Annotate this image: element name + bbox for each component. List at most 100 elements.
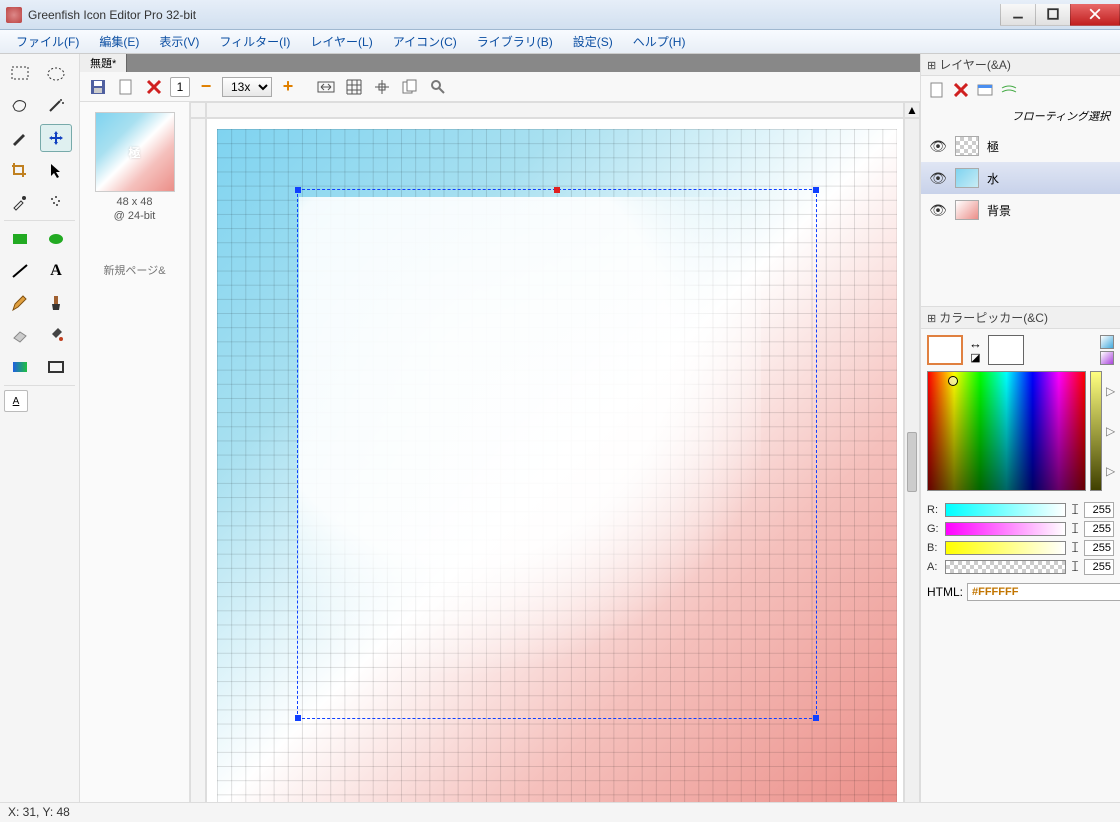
layer-row[interactable]: 👁 背景: [921, 194, 1120, 226]
tool-shape[interactable]: [40, 353, 72, 381]
tool-ellipse-select[interactable]: [40, 60, 72, 88]
close-button[interactable]: [1070, 4, 1120, 26]
selection-marquee[interactable]: [297, 189, 817, 719]
menu-file[interactable]: ファイル(F): [6, 31, 89, 52]
tool-text-options[interactable]: A: [4, 390, 28, 412]
handle-tc[interactable]: [554, 187, 560, 193]
menu-edit[interactable]: 編集(E): [89, 31, 149, 52]
document-tab[interactable]: 無題*: [80, 54, 127, 72]
tool-eyedropper[interactable]: [4, 188, 36, 216]
layer-name: 背景: [987, 202, 1011, 219]
layer-new-icon[interactable]: [927, 80, 947, 100]
visibility-icon[interactable]: 👁: [929, 202, 947, 219]
layer-row[interactable]: 👁 極: [921, 130, 1120, 162]
visibility-icon[interactable]: 👁: [929, 138, 947, 155]
zoom-in-icon[interactable]: +: [276, 75, 300, 99]
fit-icon[interactable]: [314, 75, 338, 99]
brightness-bar[interactable]: [1090, 371, 1102, 491]
menu-icon[interactable]: アイコン(C): [383, 31, 467, 52]
tool-rectangle[interactable]: [4, 225, 36, 253]
handle-bl[interactable]: [295, 715, 301, 721]
layer-name: 水: [987, 170, 999, 187]
color-field[interactable]: [927, 371, 1086, 491]
menu-view[interactable]: 表示(V): [149, 31, 209, 52]
vscroll-up[interactable]: ▲: [904, 102, 920, 118]
minimize-button[interactable]: [1000, 4, 1036, 26]
handle-tl[interactable]: [295, 187, 301, 193]
frame-number[interactable]: 1: [170, 77, 190, 97]
tool-text[interactable]: A: [40, 257, 72, 285]
new-page-icon[interactable]: [114, 75, 138, 99]
menu-settings[interactable]: 設定(S): [563, 31, 623, 52]
r-slider[interactable]: [945, 503, 1066, 517]
tool-eraser[interactable]: [4, 321, 36, 349]
picker-arrow-icon[interactable]: ▷: [1106, 464, 1114, 478]
layer-list: 👁 極 👁 水 👁 背景: [921, 130, 1120, 226]
frame-thumbnail[interactable]: 極: [95, 112, 175, 192]
vscrollbar[interactable]: [904, 118, 920, 806]
layer-merge-icon[interactable]: [999, 80, 1019, 100]
handle-br[interactable]: [813, 715, 819, 721]
swap-colors-icon[interactable]: ↔: [969, 336, 982, 351]
new-page-hint[interactable]: 新規ページ&: [86, 262, 183, 278]
g-slider[interactable]: [945, 522, 1066, 536]
layer-thumb: [955, 200, 979, 220]
a-slider[interactable]: [945, 560, 1066, 574]
tool-rect-select[interactable]: [4, 60, 36, 88]
menu-library[interactable]: ライブラリ(B): [467, 31, 563, 52]
b-value[interactable]: [1084, 540, 1114, 556]
zoom-out-icon[interactable]: −: [194, 75, 218, 99]
zoom-select[interactable]: 13x: [222, 77, 272, 97]
tool-lasso[interactable]: [4, 92, 36, 120]
mini-swatch-1[interactable]: [1100, 335, 1114, 349]
color-field-cursor[interactable]: [948, 376, 958, 386]
ruler-left[interactable]: [190, 118, 206, 806]
picker-panel-title[interactable]: ⊞ カラーピッカー(&C): [921, 307, 1120, 329]
search-icon[interactable]: [426, 75, 450, 99]
background-swatch[interactable]: [988, 335, 1024, 365]
maximize-button[interactable]: [1035, 4, 1071, 26]
mini-swatch-2[interactable]: [1100, 351, 1114, 365]
grid-icon[interactable]: [342, 75, 366, 99]
tool-move[interactable]: [40, 124, 72, 152]
default-colors-icon[interactable]: ◪: [970, 351, 980, 364]
picker-arrow-icon[interactable]: ▷: [1106, 424, 1114, 438]
layer-delete-icon[interactable]: [951, 80, 971, 100]
foreground-swatch[interactable]: [927, 335, 963, 365]
titlebar: Greenfish Icon Editor Pro 32-bit: [0, 0, 1120, 30]
center-icon[interactable]: [370, 75, 394, 99]
tool-ellipse[interactable]: [40, 225, 72, 253]
a-label: A:: [927, 561, 941, 573]
layers-panel-title[interactable]: ⊞ レイヤー(&A): [921, 54, 1120, 76]
tool-brush[interactable]: [40, 289, 72, 317]
menu-filter[interactable]: フィルター(I): [209, 31, 300, 52]
delete-page-icon[interactable]: [142, 75, 166, 99]
pixel-canvas[interactable]: [217, 129, 897, 806]
tool-pencil[interactable]: [4, 289, 36, 317]
picker-arrow-icon[interactable]: ▷: [1106, 384, 1114, 398]
tool-gradient[interactable]: [4, 353, 36, 381]
html-color-input[interactable]: [967, 583, 1120, 601]
tool-line[interactable]: [4, 257, 36, 285]
visibility-icon[interactable]: 👁: [929, 170, 947, 187]
pages-icon[interactable]: [398, 75, 422, 99]
tool-crop[interactable]: [4, 156, 36, 184]
tool-spray[interactable]: [40, 188, 72, 216]
tool-fill[interactable]: [40, 321, 72, 349]
g-value[interactable]: [1084, 521, 1114, 537]
layer-thumb: [955, 136, 979, 156]
menu-layer[interactable]: レイヤー(L): [300, 31, 382, 52]
b-slider[interactable]: [945, 541, 1066, 555]
r-value[interactable]: [1084, 502, 1114, 518]
handle-tr[interactable]: [813, 187, 819, 193]
tool-pointer[interactable]: [40, 156, 72, 184]
canvas-viewport[interactable]: [206, 118, 904, 806]
tool-pen[interactable]: [4, 124, 36, 152]
menu-help[interactable]: ヘルプ(H): [623, 31, 696, 52]
layer-props-icon[interactable]: [975, 80, 995, 100]
a-value[interactable]: [1084, 559, 1114, 575]
tool-wand[interactable]: [40, 92, 72, 120]
layer-row[interactable]: 👁 水: [921, 162, 1120, 194]
ruler-top[interactable]: [206, 102, 904, 118]
save-icon[interactable]: [86, 75, 110, 99]
